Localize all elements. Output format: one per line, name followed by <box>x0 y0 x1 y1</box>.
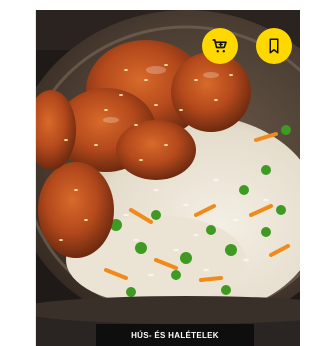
product-card[interactable]: HÚS- ÉS HALÉTELEK <box>36 10 300 346</box>
bookmark-button[interactable] <box>256 28 292 64</box>
food-photo <box>36 10 300 346</box>
category-label[interactable]: HÚS- ÉS HALÉTELEK <box>96 324 254 346</box>
shopping-cart-icon <box>212 39 227 53</box>
bookmark-icon <box>269 38 279 54</box>
add-to-cart-button[interactable] <box>202 28 238 64</box>
